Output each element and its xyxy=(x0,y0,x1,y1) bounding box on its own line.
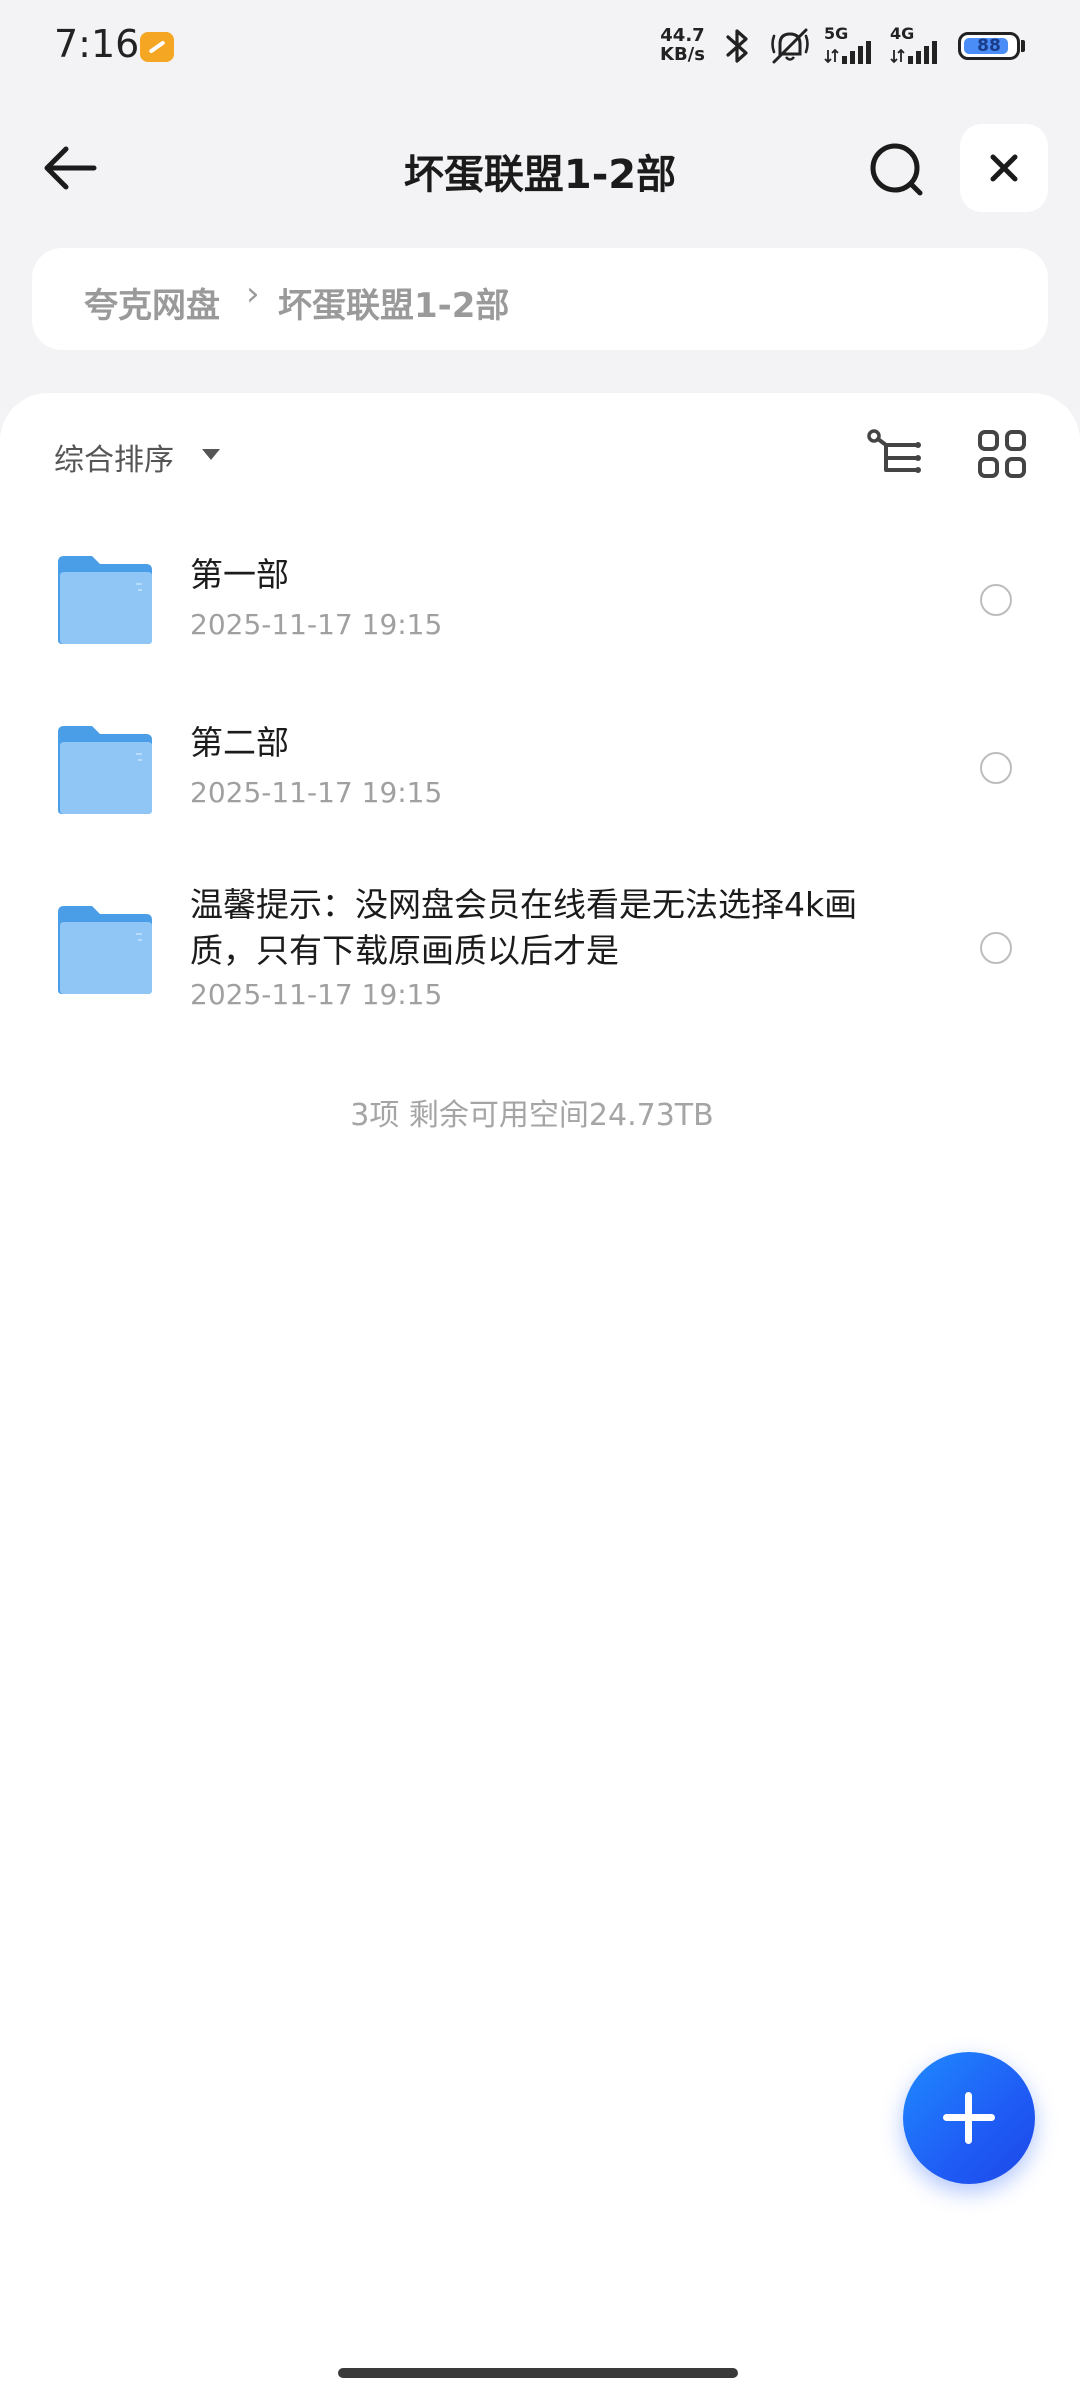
signal-5g-icon: 5G xyxy=(824,24,884,64)
file-name: 第一部 xyxy=(190,555,289,594)
storage-summary: 3项 剩余可用空间24.73TB xyxy=(350,1098,714,1133)
file-date: 2025-11-17 19:15 xyxy=(190,978,443,1011)
search-button[interactable] xyxy=(862,135,932,205)
select-radio[interactable] xyxy=(980,932,1012,964)
bluetooth-icon xyxy=(726,29,748,63)
folder-icon xyxy=(58,556,152,644)
app-notification-icon xyxy=(140,32,174,62)
breadcrumb-item-current[interactable]: 坏蛋联盟1-2部 xyxy=(278,278,509,327)
breadcrumb-item-root[interactable]: 夸克网盘 xyxy=(84,278,220,327)
folder-icon xyxy=(58,726,152,814)
mute-icon xyxy=(771,28,809,64)
page-title: 坏蛋联盟1-2部 xyxy=(403,152,677,198)
breadcrumb-separator: › xyxy=(246,274,260,314)
list-item[interactable] xyxy=(0,530,1080,670)
file-date: 2025-11-17 19:15 xyxy=(190,608,443,641)
add-button[interactable] xyxy=(903,2052,1035,2184)
select-radio[interactable] xyxy=(980,752,1012,784)
file-name-line-1: 温馨提示：没网盘会员在线看是无法选择4k画 xyxy=(190,885,858,924)
folder-icon xyxy=(58,906,152,994)
file-date: 2025-11-17 19:15 xyxy=(190,776,443,809)
network-speed-unit: KB/s xyxy=(660,44,705,65)
home-indicator[interactable] xyxy=(338,2368,738,2378)
battery-nub xyxy=(1021,40,1025,52)
network-speed: 44.7 KB/s xyxy=(660,26,705,64)
file-name-line-2: 质，只有下载原画质以后才是 xyxy=(190,931,619,970)
signal-4g-icon: 4G xyxy=(890,24,950,64)
list-item[interactable] xyxy=(0,700,1080,840)
close-button[interactable] xyxy=(960,124,1048,212)
battery-level: 88 xyxy=(977,36,1001,56)
grid-view-button[interactable] xyxy=(976,428,1028,480)
caret-down-icon[interactable] xyxy=(202,449,220,460)
back-button[interactable] xyxy=(38,135,104,201)
breadcrumb: 夸克网盘 › 坏蛋联盟1-2部 xyxy=(32,248,1048,350)
sort-dropdown[interactable]: 综合排序 xyxy=(54,435,174,479)
status-time: 7:16 xyxy=(54,22,140,66)
close-icon xyxy=(990,154,1018,182)
network-speed-value: 44.7 xyxy=(660,25,705,46)
file-name: 第二部 xyxy=(190,723,289,762)
select-radio[interactable] xyxy=(980,584,1012,616)
tree-view-button[interactable] xyxy=(866,428,926,480)
battery-icon: 88 xyxy=(958,32,1020,60)
